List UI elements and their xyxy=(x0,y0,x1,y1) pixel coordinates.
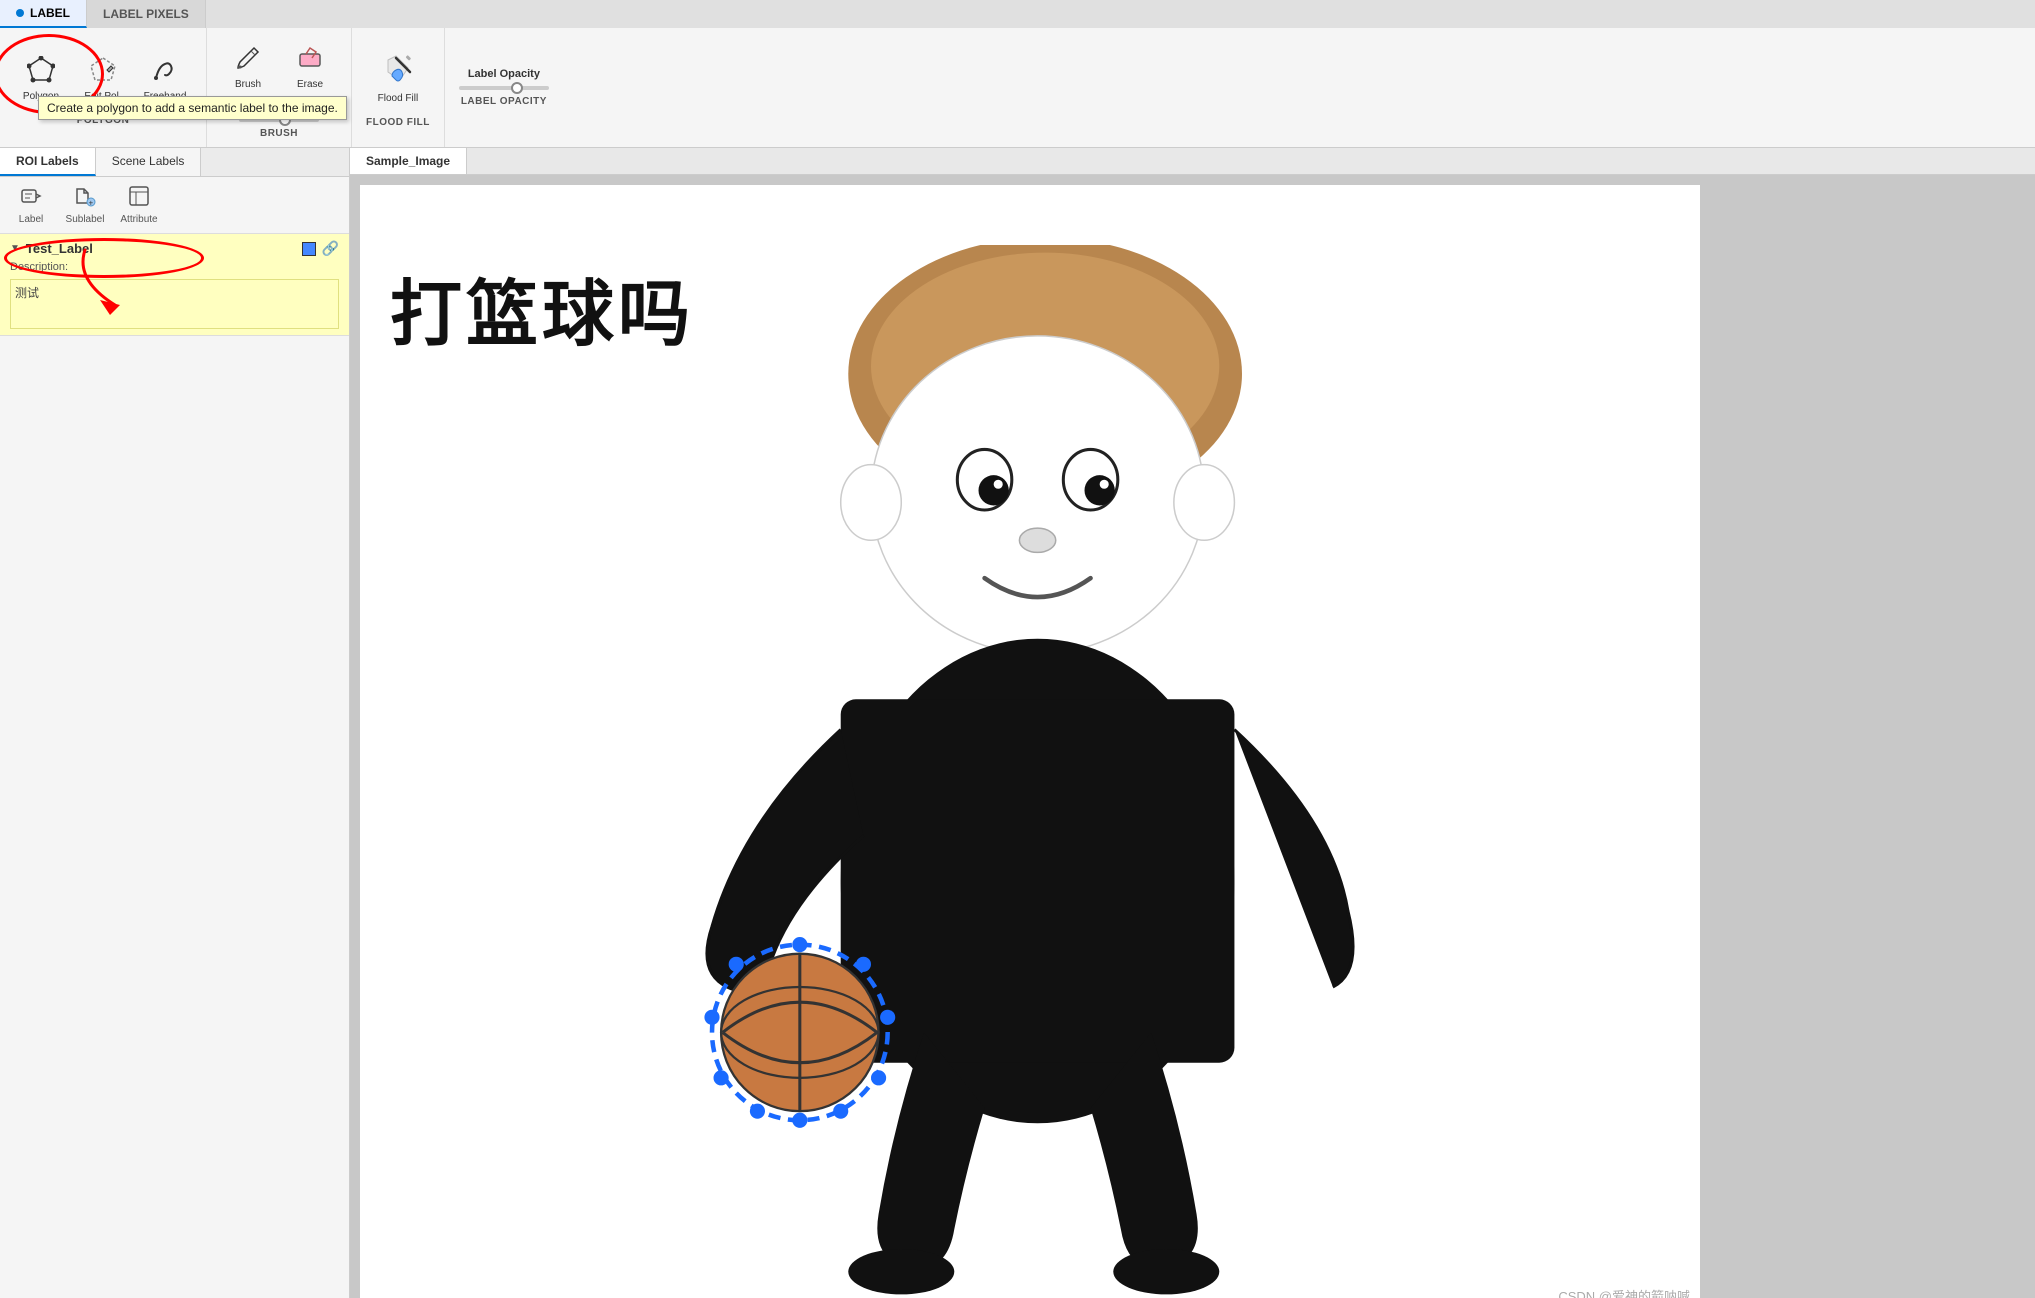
label-opacity-title: Label Opacity xyxy=(468,68,540,80)
meme-figure xyxy=(540,245,1520,1298)
watermark: CSDN @爱神的箭呐喊 xyxy=(1558,1286,1690,1298)
scene-labels-tab-text: Scene Labels xyxy=(112,154,185,168)
label-opacity-section-title: LABEL OPACITY xyxy=(461,96,547,107)
flood-fill-label: Flood Fill xyxy=(378,93,419,104)
canvas-area: Sample_Image 打篮球吗 xyxy=(350,148,2035,1298)
sublabel-tool-label: Sublabel xyxy=(66,214,105,225)
label-description-title: Description: xyxy=(10,261,339,273)
tab-label-pixels[interactable]: LABEL PIXELS xyxy=(87,0,206,28)
label-description-text: 测试 xyxy=(15,286,39,300)
brush-tool-btn[interactable]: Brush xyxy=(221,37,275,97)
label-opacity-slider[interactable] xyxy=(459,86,549,90)
attribute-tool-btn[interactable]: Attribute xyxy=(114,181,164,229)
brush-icon xyxy=(234,44,262,76)
label-tool-label: Label xyxy=(19,214,43,225)
sublabel-tool-icon: + xyxy=(74,185,96,212)
erase-label: Erase xyxy=(297,79,323,90)
label-description-area[interactable]: 测试 xyxy=(10,279,339,329)
label-link-icon[interactable]: 🔗 xyxy=(322,240,339,257)
label-opacity-section: Label Opacity LABEL OPACITY xyxy=(445,28,563,147)
canvas-tab-sample-text: Sample_Image xyxy=(366,154,450,168)
canvas-tab-sample[interactable]: Sample_Image xyxy=(350,148,467,174)
flood-fill-section: Flood Fill FLOOD FILL xyxy=(352,28,445,147)
attribute-tool-icon xyxy=(128,185,150,212)
svg-text:+: + xyxy=(89,199,94,208)
main-content: ROI Labels Scene Labels Label xyxy=(0,148,2035,1298)
attribute-tool-label: Attribute xyxy=(120,214,157,225)
label-item-header: ▼ Test_Label 🔗 xyxy=(10,240,339,257)
freehand-icon xyxy=(151,56,179,88)
panel-toolbar: Label + Sublabel xyxy=(0,177,349,234)
erase-icon xyxy=(296,44,324,76)
top-tabs-row: LABEL LABEL PIXELS xyxy=(0,0,2035,28)
label-tool-icon xyxy=(20,185,42,212)
polygon-tooltip: Create a polygon to add a semantic label… xyxy=(38,96,347,120)
image-canvas[interactable]: 打篮球吗 xyxy=(350,175,2035,1298)
roi-labels-tab[interactable]: ROI Labels xyxy=(0,148,96,176)
label-name: Test_Label xyxy=(26,241,296,256)
brush-section: Brush Erase Brush Size BRUSH xyxy=(207,28,352,147)
flood-fill-section-title: FLOOD FILL xyxy=(366,117,430,128)
image-paper: 打篮球吗 xyxy=(360,185,1700,1298)
label-color-swatch[interactable] xyxy=(302,242,316,256)
label-item: ▼ Test_Label 🔗 Description: 测试 xyxy=(0,234,349,336)
roi-labels-tab-text: ROI Labels xyxy=(16,154,79,168)
polygon-icon xyxy=(27,56,55,88)
brush-label: Brush xyxy=(235,79,261,90)
flood-fill-tool-btn[interactable]: Flood Fill xyxy=(371,47,425,111)
tab-label-dot xyxy=(16,9,24,17)
erase-tool-btn[interactable]: Erase xyxy=(283,37,337,97)
tab-label-text: LABEL xyxy=(30,6,70,20)
canvas-tabs: Sample_Image xyxy=(350,148,2035,175)
tab-label-pixels-text: LABEL PIXELS xyxy=(103,7,189,21)
polygon-section: Polygon Edit Pol. Freeha xyxy=(0,28,207,147)
scene-labels-tab[interactable]: Scene Labels xyxy=(96,148,202,176)
toolbar: Polygon Edit Pol. Freeha xyxy=(0,28,2035,148)
label-tool-btn[interactable]: Label xyxy=(6,181,56,229)
label-expand-arrow[interactable]: ▼ xyxy=(10,243,20,254)
panel-tabs: ROI Labels Scene Labels xyxy=(0,148,349,177)
brush-tools: Brush Erase xyxy=(221,37,337,97)
tab-label[interactable]: LABEL xyxy=(0,0,87,28)
brush-section-title: BRUSH xyxy=(260,128,298,139)
left-panel: ROI Labels Scene Labels Label xyxy=(0,148,350,1298)
edit-polygon-icon xyxy=(89,56,117,88)
flood-fill-icon xyxy=(382,54,414,90)
sublabel-tool-btn[interactable]: + Sublabel xyxy=(60,181,110,229)
